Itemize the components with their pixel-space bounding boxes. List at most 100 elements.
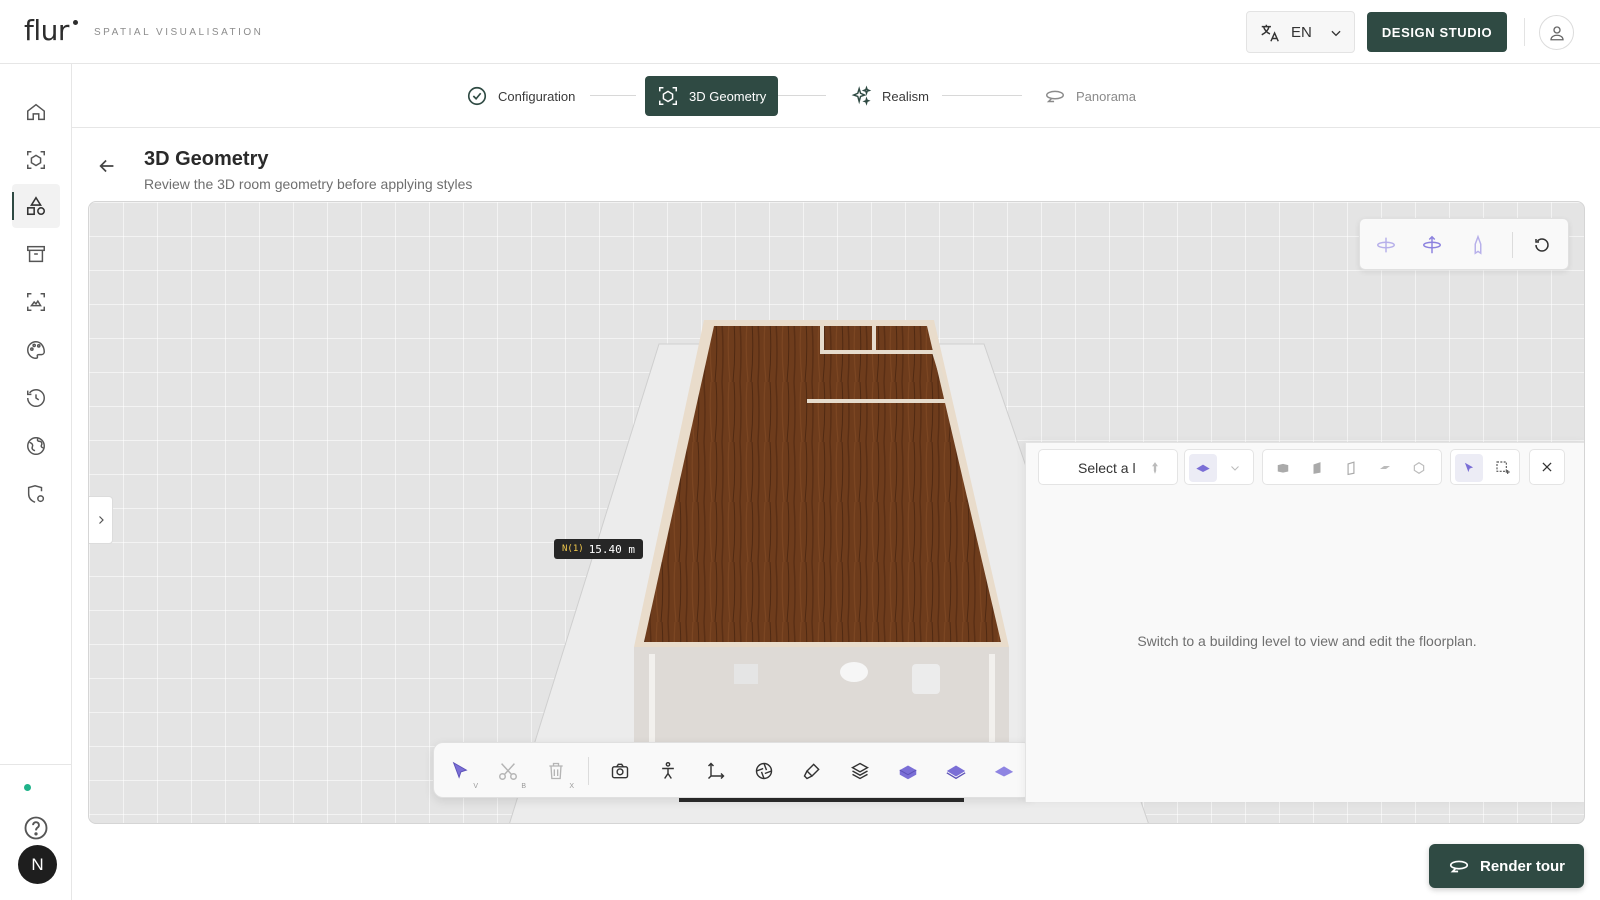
arrow-left-icon	[99, 159, 114, 173]
step-label: Configuration	[498, 88, 576, 104]
cube-scan-icon	[659, 87, 677, 105]
shortcut-key: B	[521, 783, 526, 790]
back-button[interactable]	[96, 155, 120, 179]
shield-settings-icon	[27, 484, 45, 503]
slab-tool-button[interactable]	[1371, 454, 1399, 482]
reset-view-button[interactable]	[1528, 231, 1556, 259]
logo-dot	[73, 20, 78, 25]
floor-stack-tool[interactable]	[940, 755, 972, 787]
step-panorama[interactable]: Panorama	[1044, 76, 1136, 116]
nav-palette[interactable]	[12, 328, 60, 372]
walk-tool[interactable]	[652, 755, 684, 787]
measurement-tag: N(1)	[562, 544, 584, 554]
object-tool-button[interactable]	[1405, 454, 1433, 482]
language-selector[interactable]: EN	[1246, 11, 1355, 53]
wall-icon	[1313, 462, 1321, 474]
floor-plane-tool[interactable]	[988, 755, 1020, 787]
floorplan-empty-message: Switch to a building level to view and e…	[1137, 633, 1477, 649]
page-subtitle: Review the 3D room geometry before apply…	[144, 176, 473, 192]
step-label: 3D Geometry	[689, 88, 767, 104]
globe-icon	[27, 437, 45, 455]
3d-viewport[interactable]: N(1) 15.40 m V B X Select a l Switch to …	[88, 201, 1585, 824]
floor-plane-icon	[994, 766, 1014, 777]
floor-type-selector[interactable]	[1184, 449, 1254, 485]
axes-icon	[707, 762, 725, 780]
tilt-icon	[1474, 234, 1482, 255]
delete-icon	[549, 762, 563, 780]
orbit-horizontal-icon	[1377, 237, 1395, 253]
header-divider	[1524, 18, 1525, 46]
help-button[interactable]	[22, 814, 50, 842]
delete-tool[interactable]: X	[540, 755, 574, 790]
layers-tool[interactable]	[844, 755, 876, 787]
editing-toolbar: V B X	[433, 742, 1033, 798]
level-pin-button[interactable]	[1141, 454, 1169, 482]
help-icon	[24, 816, 48, 840]
floor-box-icon	[899, 765, 917, 780]
nav-history[interactable]	[12, 376, 60, 420]
chevron-right-icon	[98, 516, 104, 524]
layers-icon	[851, 762, 869, 780]
pointer-select-button[interactable]	[1455, 454, 1483, 482]
door-tool-button[interactable]	[1337, 454, 1365, 482]
nav-home[interactable]	[12, 90, 60, 134]
panorama-icon	[1046, 90, 1064, 103]
nav-globe[interactable]	[12, 424, 60, 468]
floor-box-tool[interactable]	[892, 755, 924, 787]
aperture-tool[interactable]	[748, 755, 780, 787]
floor-type-dropdown[interactable]	[1221, 454, 1249, 482]
measurement-value: 15.40 m	[588, 542, 636, 556]
orbit-vertical-button[interactable]	[1418, 231, 1446, 259]
nav-geometry[interactable]	[12, 184, 60, 228]
step-3d-geometry[interactable]: 3D Geometry	[645, 76, 779, 116]
nav-archive[interactable]	[12, 232, 60, 276]
step-connector	[942, 95, 1022, 96]
box-select-button[interactable]	[1489, 454, 1517, 482]
select-tool[interactable]: V	[444, 755, 478, 790]
history-icon	[27, 389, 45, 407]
translate-icon	[1261, 24, 1279, 42]
brand-logo[interactable]: flur	[24, 14, 69, 47]
step-connector	[778, 95, 826, 96]
profile-button[interactable]	[1539, 15, 1574, 50]
expand-sidebar-button[interactable]	[89, 496, 113, 544]
nav-shield-settings[interactable]	[12, 472, 60, 516]
paint-tool[interactable]	[796, 755, 828, 787]
nav-3d-scan[interactable]	[12, 138, 60, 182]
tilt-button[interactable]	[1464, 231, 1492, 259]
step-realism[interactable]: Realism	[850, 76, 929, 116]
person-icon	[662, 761, 674, 779]
nav-image-scan[interactable]	[12, 280, 60, 324]
cut-icon	[499, 763, 517, 780]
left-sidebar: N	[0, 64, 72, 900]
cut-tool[interactable]: B	[492, 755, 526, 790]
select-icon	[452, 761, 468, 779]
archive-icon	[27, 245, 45, 263]
user-avatar[interactable]: N	[18, 845, 57, 884]
connection-status-dot	[24, 784, 31, 791]
brand-tagline: SPATIAL VISUALISATION	[94, 27, 264, 38]
floor-stack-icon	[946, 765, 966, 780]
render-tour-label: Render tour	[1479, 857, 1565, 875]
camera-tool[interactable]	[604, 755, 636, 787]
design-studio-button[interactable]: DESIGN STUDIO	[1367, 12, 1507, 52]
close-panel-button[interactable]	[1529, 449, 1565, 485]
measurement-label: N(1) 15.40 m	[554, 539, 644, 559]
render-tour-button[interactable]: Render tour	[1429, 844, 1584, 888]
image-scan-icon	[27, 293, 45, 311]
camera-icon	[611, 763, 629, 779]
room-tool-button[interactable]	[1269, 454, 1297, 482]
chevron-down-icon	[1331, 30, 1341, 37]
level-selector[interactable]: Select a l	[1038, 449, 1178, 485]
axes-tool[interactable]	[700, 755, 732, 787]
slab-icon	[1380, 466, 1390, 469]
orbit-horizontal-button[interactable]	[1372, 231, 1400, 259]
floorplan-panel: Select a l Switch to a building level to…	[1025, 442, 1584, 802]
panorama-icon	[1449, 860, 1469, 873]
paint-icon	[803, 763, 820, 780]
wall-tool-button[interactable]	[1303, 454, 1331, 482]
home-icon	[27, 103, 45, 121]
step-label: Panorama	[1076, 88, 1136, 104]
step-configuration[interactable]: Configuration	[466, 76, 575, 116]
floor-type-button[interactable]	[1189, 454, 1217, 482]
